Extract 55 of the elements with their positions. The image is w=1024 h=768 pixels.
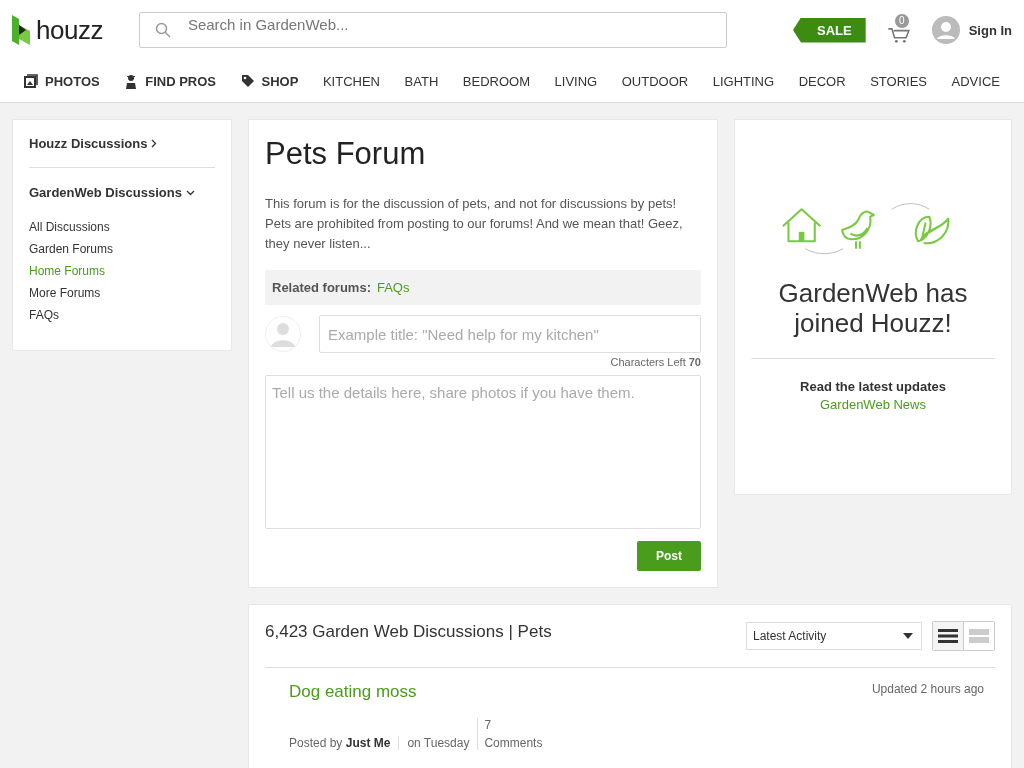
posted-by: Posted by Just Me	[289, 736, 392, 750]
cart-count: 0	[893, 13, 910, 29]
sign-in-link[interactable]: Sign In	[968, 22, 1012, 38]
comments-label: Comments	[484, 736, 543, 750]
nav-link[interactable]: LIVING	[554, 73, 598, 89]
logo-icon	[12, 15, 32, 45]
view-toggle[interactable]	[933, 622, 963, 650]
nav-link[interactable]: ADVICE	[951, 73, 1000, 89]
news-link[interactable]: GardenWeb News	[820, 397, 926, 412]
caret-icon	[903, 633, 913, 639]
sidebar-link[interactable]: All Discussions	[29, 220, 215, 234]
search-field[interactable]: Search in GardenWeb...	[138, 12, 727, 48]
person-icon	[124, 73, 139, 89]
chevron-down-icon	[185, 189, 195, 196]
nav-link[interactable]: BATH	[404, 73, 439, 89]
section-toggle[interactable]: GardenWeb Discussions	[29, 185, 215, 200]
nav-link[interactable]: SHOP	[240, 73, 299, 89]
cart-icon[interactable]	[885, 28, 912, 44]
thread-title-link[interactable]: Dog eating moss	[289, 682, 417, 702]
section-toggle[interactable]: Houzz Discussions	[29, 136, 215, 151]
post-date: on Tuesday	[398, 736, 478, 750]
nav-link[interactable]: OUTDOOR	[621, 73, 689, 89]
avatar-icon	[265, 316, 301, 352]
search-icon	[154, 22, 171, 38]
nav-link[interactable]: FIND PROS	[124, 73, 216, 89]
sidebar-link[interactable]: Home Forums	[29, 264, 215, 278]
rows-icon	[969, 629, 989, 643]
sidebar-link[interactable]: More Forums	[29, 286, 215, 300]
updates-label: Read the latest updates	[800, 379, 946, 394]
related-label: Related forums:	[272, 280, 371, 295]
discussions-heading: 6,423 Garden Web Discussions | Pets	[265, 622, 553, 642]
image-icon	[24, 74, 38, 88]
sidebar-link[interactable]: FAQs	[29, 308, 215, 322]
list-icon	[938, 629, 958, 643]
nav-link[interactable]: DECOR	[798, 73, 846, 89]
view-toggle[interactable]	[963, 622, 994, 650]
nav-link[interactable]: LIGHTING	[712, 73, 775, 89]
title-input[interactable]: Example title: "Need help for my kitchen"	[319, 315, 701, 353]
tag-icon	[240, 74, 255, 88]
details-textarea[interactable]: Tell us the details here, share photos if you have them.	[265, 375, 701, 529]
logo-text[interactable]: houzz	[36, 14, 103, 46]
updated-time: Updated 2 hours ago	[871, 682, 984, 696]
sale-tag[interactable]: SALE	[793, 17, 866, 43]
nav-link[interactable]: STORIES	[870, 73, 927, 89]
sidebar-link[interactable]: Garden Forums	[29, 242, 215, 256]
nav-link[interactable]: KITCHEN	[322, 73, 380, 89]
promo-headline: GardenWeb has joined Houzz!	[777, 278, 969, 338]
sort-dropdown[interactable]: Latest Activity	[746, 622, 922, 650]
nav-link[interactable]: PHOTOS	[24, 73, 100, 89]
chevron-right-icon	[151, 139, 158, 148]
characters-left: Characters Left 70	[609, 356, 701, 368]
nav-link[interactable]: BEDROOM	[462, 73, 530, 89]
forum-title: Pets Forum	[265, 136, 427, 172]
comment-count: 7	[484, 718, 493, 732]
forum-description: This forum is for the discussion of pets, and not for discussions by pets! Pets are prohibited from posting to our forums! And we mean that! Geez, they never listen...	[265, 195, 684, 253]
